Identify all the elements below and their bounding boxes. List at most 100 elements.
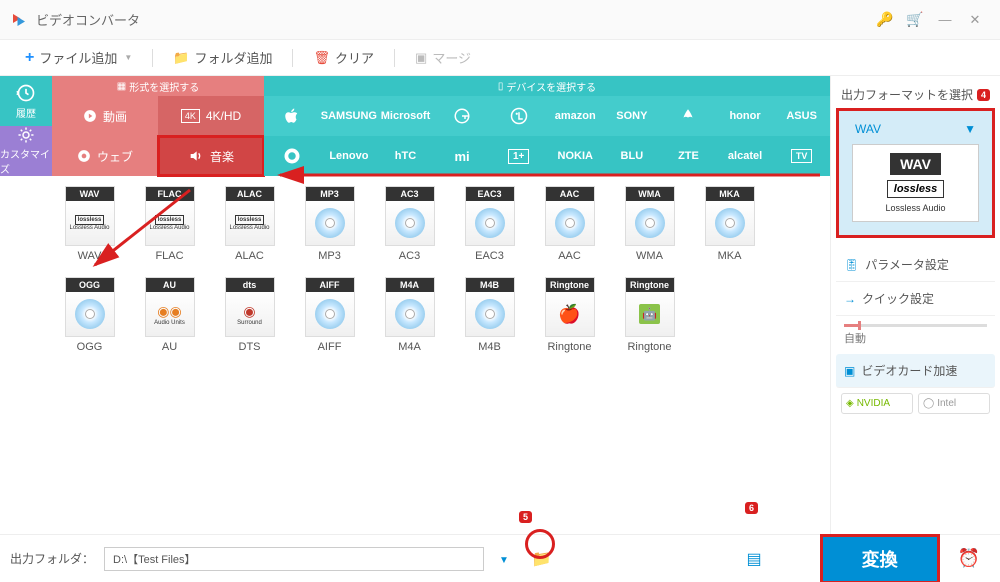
badge-5: 5 bbox=[519, 511, 532, 523]
brand-hTC[interactable]: hTC bbox=[377, 136, 434, 176]
plus-icon: + bbox=[25, 49, 34, 67]
content-area: ▦ 形式を選択する 動画 4K 4K/HD bbox=[52, 76, 830, 534]
format-wma[interactable]: WMAWMA bbox=[622, 186, 677, 262]
format-aac[interactable]: AACAAC bbox=[542, 186, 597, 262]
cart-icon[interactable]: 🛒 bbox=[900, 5, 930, 35]
format-mka[interactable]: MKAMKA bbox=[702, 186, 757, 262]
panel-header: 出力フォーマットを選択 4 bbox=[836, 81, 995, 108]
brand-1+[interactable]: 1+ bbox=[490, 136, 547, 176]
close-button[interactable]: ✕ bbox=[960, 5, 990, 35]
caret-down-icon: ▼ bbox=[964, 122, 976, 136]
tab-video[interactable]: 動画 bbox=[52, 96, 158, 136]
add-folder-button[interactable]: 📁 フォルダ追加 bbox=[158, 40, 287, 76]
nvidia-icon: ◈ bbox=[846, 398, 854, 409]
output-path-input[interactable]: D:\【Test Files】 bbox=[104, 547, 484, 571]
brand-SAMSUNG[interactable]: SAMSUNG bbox=[321, 96, 378, 136]
trash-icon: 🗑 bbox=[313, 50, 330, 66]
tab-web[interactable]: ウェブ bbox=[52, 136, 158, 176]
merge-icon: ▣ bbox=[415, 50, 427, 66]
gpu-row: ◈NVIDIA ◯Intel bbox=[836, 388, 995, 419]
brand-LG[interactable] bbox=[490, 96, 547, 136]
chip-icon: ▣ bbox=[844, 364, 855, 378]
brand-HUAWEI[interactable] bbox=[660, 96, 717, 136]
brand-NOKIA[interactable]: NOKIA bbox=[547, 136, 604, 176]
add-file-button[interactable]: + ファイル追加 ▼ bbox=[10, 40, 147, 76]
device-section-header: ▯ デバイスを選択する bbox=[264, 76, 830, 96]
rail-customize[interactable]: カスタマイズ bbox=[0, 126, 52, 176]
tab-music[interactable]: 音楽 bbox=[158, 136, 264, 176]
params-button[interactable]: 🎚 パラメータ設定 bbox=[836, 248, 995, 282]
brand-SONY[interactable]: SONY bbox=[604, 96, 661, 136]
tab-4khd[interactable]: 4K 4K/HD bbox=[158, 96, 264, 136]
minimize-button[interactable]: — bbox=[930, 5, 960, 35]
bottom-bar: 出力フォルダ： D:\【Test Files】 ▼ 📁 ▤ 変換 ⏰ bbox=[0, 534, 1000, 582]
preview-box: WAV lossless Lossless Audio bbox=[852, 144, 979, 222]
play-icon bbox=[83, 109, 97, 123]
gpu-accel-button[interactable]: ▣ ビデオカード加速 bbox=[836, 354, 995, 388]
quick-settings[interactable]: → クイック設定 bbox=[836, 282, 995, 316]
tabs-header: ▦ 形式を選択する 動画 4K 4K/HD bbox=[52, 76, 830, 176]
brand-honor[interactable]: honor bbox=[717, 96, 774, 136]
brand-apple[interactable] bbox=[264, 96, 321, 136]
brand-amazon[interactable]: amazon bbox=[547, 96, 604, 136]
convert-button[interactable]: 変換 bbox=[822, 536, 938, 582]
history-icon bbox=[16, 83, 36, 103]
device-icon: ▯ bbox=[498, 81, 504, 92]
format-ringtone[interactable]: Ringtone🤖Ringtone bbox=[622, 277, 677, 353]
format-mp3[interactable]: MP3MP3 bbox=[302, 186, 357, 262]
merge-button[interactable]: ▣ マージ bbox=[400, 40, 486, 76]
format-eac3[interactable]: EAC3EAC3 bbox=[462, 186, 517, 262]
format-section-header: ▦ 形式を選択する bbox=[52, 76, 264, 96]
open-folder-button[interactable]: 📁 bbox=[524, 549, 560, 569]
preview-badge: WAV bbox=[890, 153, 941, 175]
formats-grid: WAVlosslessLossless AudioWAV FLAClossless… bbox=[52, 176, 830, 363]
format-ringtone[interactable]: Ringtone🍎Ringtone bbox=[542, 277, 597, 353]
format-wav[interactable]: WAVlosslessLossless AudioWAV bbox=[62, 186, 117, 262]
format-ogg[interactable]: OGGOGG bbox=[62, 277, 117, 353]
arrow-icon: → bbox=[844, 292, 856, 306]
title-bar: ビデオコンバータ 🔑 🛒 — ✕ bbox=[0, 0, 1000, 40]
format-au[interactable]: AU◉◉Audio UnitsAU bbox=[142, 277, 197, 353]
quality-slider[interactable]: 自動 bbox=[836, 316, 995, 354]
folder-plus-icon: 📁 bbox=[173, 50, 189, 66]
brand-G[interactable] bbox=[434, 96, 491, 136]
format-m4b[interactable]: M4BM4B bbox=[462, 277, 517, 353]
queue-icon[interactable]: ▤ bbox=[746, 549, 761, 569]
brand-moto[interactable] bbox=[264, 136, 321, 176]
gpu-intel[interactable]: ◯Intel bbox=[918, 393, 990, 414]
brand-Microsoft[interactable]: Microsoft bbox=[377, 96, 434, 136]
caret-down-icon: ▼ bbox=[124, 53, 132, 62]
format-preview[interactable]: WAV ▼ WAV lossless Lossless Audio bbox=[836, 108, 995, 238]
output-path-dropdown[interactable]: ▼ bbox=[494, 555, 514, 566]
preview-dropdown[interactable]: WAV ▼ bbox=[847, 119, 984, 139]
format-m4a[interactable]: M4AM4A bbox=[382, 277, 437, 353]
brand-mi[interactable]: mi bbox=[434, 136, 491, 176]
format-dts[interactable]: dts◉SurroundDTS bbox=[222, 277, 277, 353]
gpu-nvidia[interactable]: ◈NVIDIA bbox=[841, 393, 913, 414]
format-alac[interactable]: ALAClosslessLossless AudioALAC bbox=[222, 186, 277, 262]
brand-Lenovo[interactable]: Lenovo bbox=[321, 136, 378, 176]
brand-TV[interactable]: TV bbox=[773, 136, 830, 176]
brand-ZTE[interactable]: ZTE bbox=[660, 136, 717, 176]
rail-history[interactable]: 履歴 bbox=[0, 76, 52, 126]
device-section: ▯ デバイスを選択する SAMSUNGMicrosoft amazonSONY ho… bbox=[264, 76, 830, 176]
app-title: ビデオコンバータ bbox=[36, 10, 870, 29]
brands-row-1: SAMSUNGMicrosoft amazonSONY honorASUS bbox=[264, 96, 830, 136]
brand-ASUS[interactable]: ASUS bbox=[773, 96, 830, 136]
format-section: ▦ 形式を選択する 動画 4K 4K/HD bbox=[52, 76, 264, 176]
key-icon[interactable]: 🔑 bbox=[870, 5, 900, 35]
clear-button[interactable]: 🗑 クリア bbox=[298, 40, 389, 76]
format-ac3[interactable]: AC3AC3 bbox=[382, 186, 437, 262]
right-panel: 出力フォーマットを選択 4 WAV ▼ WAV lossless Lossles… bbox=[830, 76, 1000, 534]
toolbar: + ファイル追加 ▼ 📁 フォルダ追加 🗑 クリア ▣ マージ bbox=[0, 40, 1000, 76]
format-aiff[interactable]: AIFFAIFF bbox=[302, 277, 357, 353]
brand-BLU[interactable]: BLU bbox=[604, 136, 661, 176]
chrome-icon bbox=[77, 149, 91, 163]
alarm-icon[interactable]: ⏰ bbox=[948, 548, 990, 569]
app-logo-icon bbox=[10, 11, 28, 29]
format-flac[interactable]: FLAClosslessLossless AudioFLAC bbox=[142, 186, 197, 262]
intel-icon: ◯ bbox=[923, 398, 934, 409]
sliders-icon: 🎚 bbox=[844, 258, 859, 272]
brands-row-2: LenovohTCmi1+NOKIABLUZTEalcatelTV bbox=[264, 136, 830, 176]
brand-alcatel[interactable]: alcatel bbox=[717, 136, 774, 176]
